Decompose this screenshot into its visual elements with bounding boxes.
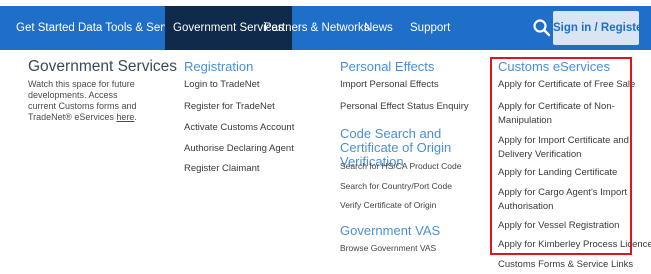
search-icon[interactable] bbox=[532, 18, 552, 38]
nav-item-partners-networks[interactable]: Partners & Networks bbox=[264, 6, 369, 50]
import-personal-effects-link[interactable]: Import Personal Effects bbox=[340, 79, 439, 91]
apply-import-certificate-link[interactable]: Apply for Import Certificate and Deliver… bbox=[498, 134, 630, 162]
customs-forms-service-links-link[interactable]: Customs Forms & Service Links bbox=[498, 259, 633, 271]
activate-customs-account-link[interactable]: Activate Customs Account bbox=[184, 122, 294, 134]
browse-government-vas-link[interactable]: Browse Government VAS bbox=[340, 242, 436, 254]
nav-item-news[interactable]: News bbox=[364, 6, 393, 50]
search-country-port-code-link[interactable]: Search for Country/Port Code bbox=[340, 180, 452, 192]
customs-eservices-title: Customs eServices bbox=[498, 59, 610, 74]
nav-item-get-started[interactable]: Get Started bbox=[16, 6, 75, 50]
apply-kimberley-process-licence-link[interactable]: Apply for Kimberley Process Licence bbox=[498, 239, 651, 251]
registration-title: Registration bbox=[184, 59, 254, 74]
apply-vessel-registration-link[interactable]: Apply for Vessel Registration bbox=[498, 220, 619, 232]
sign-in-register-button[interactable]: Sign in / Register bbox=[553, 11, 647, 45]
verify-certificate-origin-link[interactable]: Verify Certificate of Origin bbox=[340, 199, 436, 211]
menu-description: Watch this space for future developments… bbox=[28, 79, 146, 123]
government-services-menu: Government Services Watch this space for… bbox=[0, 50, 651, 274]
apply-cargo-agent-import-authorisation-link[interactable]: Apply for Cargo Agent's Import Authorisa… bbox=[498, 186, 630, 214]
login-tradenet-link[interactable]: Login to TradeNet bbox=[184, 79, 260, 91]
personal-effect-status-enquiry-link[interactable]: Personal Effect Status Enquiry bbox=[340, 101, 469, 113]
apply-landing-certificate-link[interactable]: Apply for Landing Certificate bbox=[498, 167, 617, 179]
here-link[interactable]: here bbox=[116, 112, 134, 122]
menu-heading: Government Services bbox=[28, 58, 178, 75]
search-hs-ca-code-link[interactable]: Search for HS/CA Product Code bbox=[340, 160, 461, 172]
authorise-declaring-agent-link[interactable]: Authorise Declaring Agent bbox=[184, 143, 294, 155]
top-navigation-bar: Get Started Data Tools & Services Govern… bbox=[0, 6, 651, 50]
nav-item-support[interactable]: Support bbox=[410, 6, 450, 50]
government-vas-title: Government VAS bbox=[340, 223, 441, 238]
menu-description-end: . bbox=[134, 112, 137, 122]
register-claimant-link[interactable]: Register Claimant bbox=[184, 163, 260, 175]
personal-effects-title: Personal Effects bbox=[340, 59, 435, 74]
register-tradenet-link[interactable]: Register for TradeNet bbox=[184, 101, 275, 113]
apply-certificate-non-manipulation-link[interactable]: Apply for Certificate of Non-Manipulatio… bbox=[498, 100, 630, 128]
apply-certificate-free-sale-link[interactable]: Apply for Certificate of Free Sale bbox=[498, 79, 635, 91]
